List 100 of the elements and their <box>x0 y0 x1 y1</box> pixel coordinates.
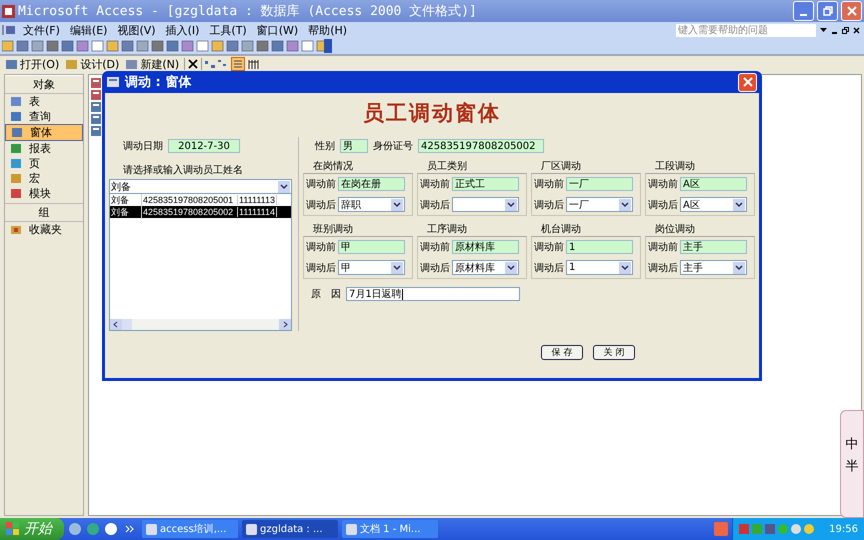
windows-logo-icon <box>6 522 20 536</box>
after-combo[interactable]: 原材料库 <box>452 260 519 275</box>
menu-item[interactable]: 插入(I) <box>162 22 202 38</box>
after-label: 调动后 <box>648 198 678 212</box>
taskbar-button[interactable]: 文档 1 - Mi... <box>342 520 438 538</box>
employee-combo[interactable]: 刘备 <box>110 180 291 194</box>
before-label: 调动前 <box>534 241 564 254</box>
date-label: 调动日期 <box>123 140 163 153</box>
after-label: 调动后 <box>420 198 450 212</box>
after-label: 调动后 <box>306 262 336 274</box>
before-field[interactable]: 正式工 <box>452 177 519 191</box>
small-icons-icon[interactable] <box>218 59 228 69</box>
taskbar-button[interactable]: access培训,... <box>142 520 238 538</box>
section-title: 员工类别 <box>426 160 468 173</box>
after-combo[interactable]: 辞职 <box>338 197 405 212</box>
gender-field[interactable]: 男 <box>340 139 368 153</box>
close-icon[interactable] <box>853 26 860 34</box>
after-label: 调动后 <box>534 198 564 212</box>
object-item[interactable]: 窗体 <box>5 124 83 141</box>
menu-item[interactable]: 工具(T) <box>206 22 250 38</box>
app-icon <box>146 524 157 534</box>
after-combo[interactable]: 1 <box>566 260 633 275</box>
after-combo[interactable]: 甲 <box>338 260 405 275</box>
restore-icon[interactable] <box>842 26 849 34</box>
object-item[interactable]: 查询 <box>5 109 83 124</box>
large-icons-icon[interactable] <box>205 59 216 69</box>
dropdown-arrow-icon[interactable] <box>820 28 827 32</box>
object-item[interactable]: 报表 <box>5 141 83 156</box>
form-button[interactable]: 保 存 <box>541 345 583 360</box>
id-number-field[interactable]: 425835197808205002 <box>418 139 544 153</box>
object-item[interactable]: 模块 <box>5 186 83 201</box>
before-label: 调动前 <box>420 178 450 191</box>
list-view-icon[interactable] <box>231 57 246 71</box>
form-icon[interactable] <box>91 114 101 124</box>
form-icon[interactable] <box>91 102 101 112</box>
form-icon[interactable] <box>91 90 101 100</box>
before-field[interactable]: 甲 <box>338 240 405 254</box>
before-field[interactable]: A区 <box>680 177 747 191</box>
app-icon <box>246 524 257 534</box>
form-icon[interactable] <box>91 126 101 136</box>
object-item[interactable]: 表 <box>5 94 83 109</box>
reason-field[interactable]: 7月1日返聘 <box>346 287 520 301</box>
before-label: 调动前 <box>420 241 450 254</box>
menu-item[interactable]: 窗口(W) <box>254 22 302 38</box>
before-field[interactable]: 在岗在册 <box>338 177 405 191</box>
toolbar-button[interactable]: 打开(O) <box>4 56 62 72</box>
before-label: 调动前 <box>306 241 336 254</box>
section-title: 工段调动 <box>654 160 696 173</box>
taskbar-button[interactable]: gzgldata : ... <box>242 520 338 538</box>
minimize-button[interactable] <box>793 1 814 21</box>
before-field[interactable]: 一厂 <box>566 177 633 191</box>
form-button[interactable]: 关 闭 <box>593 345 635 360</box>
after-combo[interactable]: 主手 <box>680 260 747 275</box>
section-title: 班别调动 <box>312 222 354 236</box>
menu-item[interactable]: 文件(F) <box>20 22 63 38</box>
section-title: 岗位调动 <box>654 222 696 236</box>
ime-mode-text[interactable]: 半 <box>846 457 858 475</box>
list-row[interactable]: 刘备 425835197808205002 11111114 <box>110 206 291 218</box>
date-field[interactable]: 2012-7-30 <box>168 139 240 153</box>
scroll-left-icon[interactable] <box>110 319 122 330</box>
object-item[interactable]: 宏 <box>5 171 83 186</box>
scroll-right-icon[interactable] <box>279 319 291 330</box>
toolbar-icon <box>66 58 78 70</box>
before-label: 调动前 <box>534 178 564 191</box>
group-item[interactable]: 收藏夹 <box>5 222 83 237</box>
delete-icon[interactable] <box>188 59 198 69</box>
form-icon[interactable] <box>91 78 101 88</box>
menu-item[interactable]: 视图(V) <box>114 22 159 38</box>
toolbar-button[interactable]: 设计(D) <box>64 56 122 72</box>
after-combo[interactable]: A区 <box>680 197 747 212</box>
after-combo[interactable]: 一厂 <box>566 197 633 212</box>
menu-item[interactable]: 帮助(H) <box>305 22 350 38</box>
help-search-field[interactable]: 键入需要帮助的问题 <box>676 24 816 36</box>
minimize-icon <box>800 14 807 16</box>
close-button[interactable] <box>738 72 757 92</box>
before-field[interactable]: 主手 <box>680 240 747 254</box>
before-label: 调动前 <box>648 178 678 191</box>
grip-icon <box>2 24 16 36</box>
details-view-icon[interactable] <box>248 58 260 70</box>
section-title: 厂区调动 <box>540 160 582 173</box>
standard-toolbar-drawing[interactable] <box>2 39 332 53</box>
toolbar-button[interactable]: 新建(N) <box>124 56 182 72</box>
scroll-thumb[interactable] <box>122 319 132 330</box>
before-label: 调动前 <box>648 241 678 254</box>
folder-icon <box>11 225 21 234</box>
app-icon <box>2 4 15 18</box>
horizontal-scrollbar[interactable] <box>110 319 291 330</box>
section-title: 机台调动 <box>540 222 582 236</box>
reason-label: 原 因 <box>311 288 341 301</box>
close-icon <box>742 77 752 87</box>
restore-button[interactable] <box>817 1 838 21</box>
employee-list[interactable]: 刘备 刘备 425835197808205001 11111113 刘备 425835197808205002 11111114 <box>109 179 292 331</box>
after-label: 调动后 <box>420 262 450 274</box>
ime-toolbar[interactable]: 中半 <box>840 410 864 518</box>
app-icon <box>346 524 357 534</box>
before-field[interactable]: 原材料库 <box>452 240 519 254</box>
ime-mode-text[interactable]: 中 <box>846 435 858 453</box>
before-field[interactable]: 1 <box>566 240 633 254</box>
object-item[interactable]: 页 <box>5 156 83 171</box>
menu-item[interactable]: 编辑(E) <box>66 22 110 38</box>
